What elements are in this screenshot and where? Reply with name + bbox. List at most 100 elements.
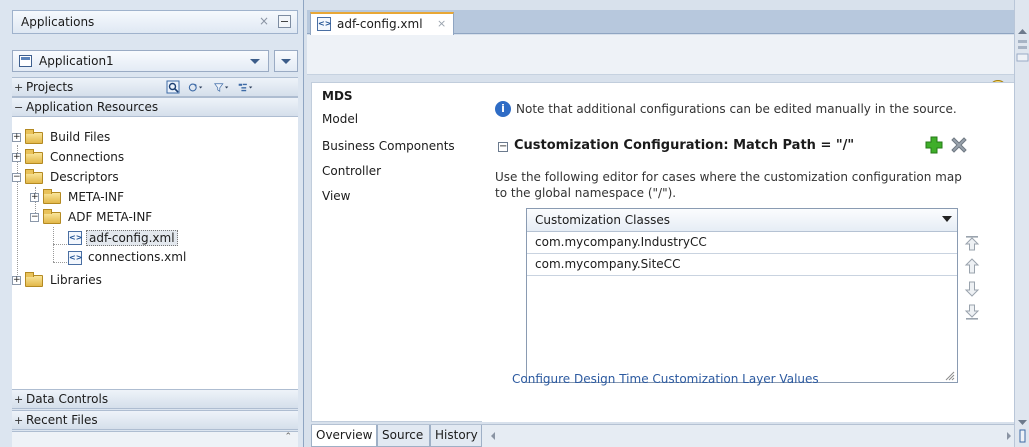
navigator-footer: ⌃: [12, 431, 298, 447]
tree-node-label: META-INF: [68, 190, 125, 204]
sidebar-item-business-components[interactable]: Business Components: [322, 139, 455, 153]
folder-icon: [25, 149, 43, 164]
move-down-icon[interactable]: [964, 281, 980, 297]
info-icon: i: [495, 101, 511, 117]
application-resources-accordion[interactable]: − Application Resources: [12, 97, 298, 117]
xml-file-icon: <>: [317, 17, 331, 31]
move-up-icon[interactable]: [964, 258, 980, 274]
application-resources-label: Application Resources: [26, 100, 159, 114]
tree-node-label: ADF META-INF: [68, 210, 153, 224]
folder-icon: [25, 272, 43, 287]
sidebar-item-model[interactable]: Model: [322, 112, 358, 126]
tree-node-adf-meta-inf[interactable]: − ADF META-INF: [30, 209, 290, 227]
horizontal-scrollbar[interactable]: [489, 430, 1013, 442]
move-to-top-icon[interactable]: [964, 235, 980, 251]
configure-layer-values-link[interactable]: Configure Design Time Customization Laye…: [512, 372, 819, 386]
resources-tree: + Build Files + Connections − Descriptor…: [12, 116, 298, 390]
application-selector-row: Application1: [12, 50, 298, 72]
collapse-icon[interactable]: −: [498, 142, 508, 152]
tab-source[interactable]: Source: [377, 425, 430, 447]
editor-bottom-tabs: Overview Source History: [311, 424, 1015, 447]
navigator-title: Applications: [21, 15, 95, 29]
sidebar-item-view[interactable]: View: [322, 189, 350, 203]
expand-icon[interactable]: +: [12, 133, 21, 142]
section-description: Use the following editor for cases where…: [495, 170, 962, 200]
sidebar-item-mds[interactable]: MDS: [322, 89, 353, 103]
tree-node-label: Connections: [50, 150, 125, 164]
chevron-down-icon[interactable]: [942, 216, 952, 222]
recent-files-accordion[interactable]: + Recent Files: [12, 410, 298, 430]
add-icon[interactable]: [925, 136, 943, 154]
tab-label: History: [435, 428, 478, 442]
remove-icon[interactable]: [950, 136, 968, 154]
section-title: Customization Configuration: Match Path …: [514, 138, 855, 153]
vertical-scrollbar[interactable]: [1014, 0, 1029, 447]
collapse-icon[interactable]: −: [14, 101, 23, 114]
expand-icon[interactable]: +: [12, 153, 21, 162]
table-row[interactable]: com.mycompany.IndustryCC: [527, 232, 957, 254]
folder-icon: [43, 209, 61, 224]
customization-classes-table: Customization Classes com.mycompany.Indu…: [526, 208, 958, 383]
tab-label: Overview: [316, 428, 373, 442]
editor-tab-adf-config[interactable]: <> adf-config.xml ×: [310, 12, 454, 35]
editor-tab-label: adf-config.xml: [337, 17, 423, 31]
application-navigator: Applications × Application1 + Projects −…: [0, 0, 304, 447]
application-name: Application1: [39, 54, 114, 68]
expand-icon[interactable]: +: [14, 414, 23, 427]
close-icon[interactable]: ×: [437, 17, 446, 30]
resize-grip-icon[interactable]: [943, 369, 955, 381]
folder-icon: [43, 189, 61, 204]
tree-node-label: connections.xml: [88, 250, 187, 264]
recent-files-label: Recent Files: [26, 413, 98, 427]
navigator-header: Applications ×: [12, 10, 298, 34]
sidebar-item-controller[interactable]: Controller: [322, 164, 381, 178]
table-row[interactable]: com.mycompany.SiteCC: [527, 254, 957, 276]
tree-node-label: Build Files: [50, 130, 111, 144]
projects-label: Projects: [26, 80, 74, 94]
tree-node-label: adf-config.xml: [86, 230, 178, 246]
sort-icon[interactable]: [238, 80, 253, 95]
info-note: Note that additional configurations can …: [516, 102, 957, 116]
tree-node-connections-xml[interactable]: <> connections.xml: [68, 249, 288, 267]
tree-node-label: Libraries: [50, 273, 102, 287]
tree-node-descriptors[interactable]: − Descriptors: [12, 169, 292, 187]
tree-node-libraries[interactable]: + Libraries: [12, 272, 292, 290]
folder-icon: [25, 129, 43, 144]
tab-label: Source: [382, 428, 424, 442]
expand-icon[interactable]: +: [30, 193, 39, 202]
tree-node-meta-inf[interactable]: + META-INF: [30, 189, 290, 207]
minimize-icon[interactable]: [278, 15, 291, 28]
filter-icon[interactable]: [214, 80, 229, 95]
overview-sidebar: MDS Model Business Components Controller…: [311, 82, 487, 422]
expand-icon[interactable]: +: [14, 393, 23, 406]
chevron-up-icon[interactable]: ⌃: [284, 432, 292, 442]
application-dropdown[interactable]: Application1: [12, 50, 269, 72]
tree-node-adf-config-xml[interactable]: <> adf-config.xml: [68, 229, 288, 247]
tree-node-build-files[interactable]: + Build Files: [12, 129, 292, 147]
scroll-down-icon[interactable]: [1016, 418, 1029, 444]
refresh-icon[interactable]: [188, 80, 203, 95]
collapse-icon[interactable]: −: [12, 173, 21, 182]
editor-toolbar: [307, 35, 1014, 75]
expand-icon[interactable]: +: [14, 81, 23, 94]
close-icon[interactable]: ×: [259, 14, 269, 28]
tab-history[interactable]: History: [430, 425, 482, 447]
application-icon: [19, 55, 32, 67]
working-sets-icon[interactable]: [166, 80, 181, 95]
projects-accordion[interactable]: + Projects: [12, 77, 298, 97]
xml-file-icon: <>: [68, 231, 82, 245]
tree-node-connections[interactable]: + Connections: [12, 149, 292, 167]
move-to-bottom-icon[interactable]: [964, 304, 980, 320]
chevron-down-icon: [250, 59, 260, 64]
data-controls-label: Data Controls: [26, 392, 109, 406]
table-cell: com.mycompany.IndustryCC: [535, 235, 707, 249]
application-menu-button[interactable]: [274, 50, 298, 72]
expand-icon[interactable]: +: [12, 276, 21, 285]
collapse-icon[interactable]: −: [30, 213, 39, 222]
table-header[interactable]: Customization Classes: [527, 209, 957, 232]
scroll-up-icon[interactable]: [1016, 26, 1029, 62]
data-controls-accordion[interactable]: + Data Controls: [12, 389, 298, 409]
tree-node-label: Descriptors: [50, 170, 119, 184]
table-cell: com.mycompany.SiteCC: [535, 257, 681, 271]
tab-overview[interactable]: Overview: [311, 425, 377, 447]
